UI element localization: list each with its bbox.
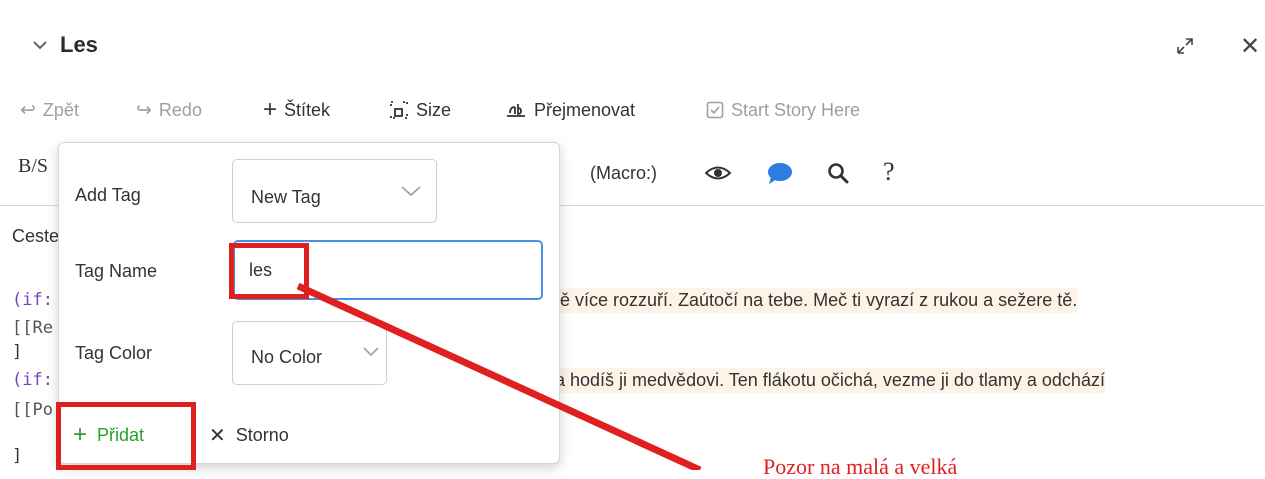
annotation-arrow [296,282,702,470]
annotation-note: Pozor na malá a velká [763,454,958,479]
